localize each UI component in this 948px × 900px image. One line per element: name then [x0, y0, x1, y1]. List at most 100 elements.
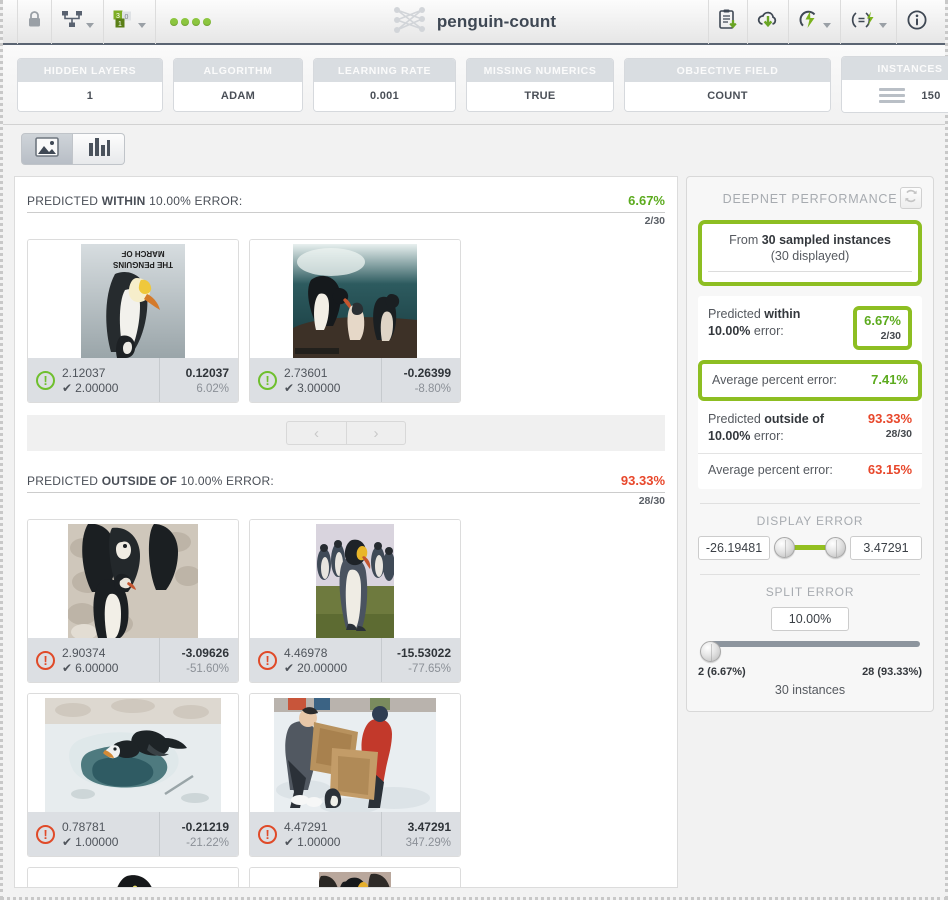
dataset-rows-icon [879, 87, 906, 104]
status-badge-error: ! [258, 650, 277, 670]
prediction-card[interactable]: ! 2.90374 ✔ 6.00000 -3.09626 -51.60% [27, 519, 239, 683]
difference-value: -0.21219 [181, 819, 229, 834]
predicted-value: 2.90374 [62, 645, 106, 660]
prediction-card[interactable]: ! 3.36303 ✔3.00000 0.36303 12.10% [249, 867, 461, 887]
slider-handle-min[interactable] [774, 537, 795, 558]
split-error-slider[interactable] [700, 640, 920, 663]
toolbar-left-group: 3 0 1 [3, 0, 225, 44]
split-right-label: 28 (93.33%) [862, 665, 922, 678]
check-icon: ✔ [62, 834, 73, 849]
thumb-march-of-the-penguins-poster: MARCH OF THE PENGUINS [81, 244, 185, 358]
batch-prediction-icon [798, 9, 820, 36]
percent-error: 347.29% [405, 836, 451, 849]
prediction-card[interactable]: MARCH OF THE PENGUINS ! 2.12037 ✔ 2.0000… [27, 239, 239, 403]
config-algorithm: ALGORITHM ADAM [173, 57, 303, 112]
lock-button[interactable] [17, 0, 52, 44]
cloud-download-icon [757, 9, 779, 36]
difference-value: -15.53022 [396, 645, 451, 660]
config-instances: INSTANCES 150 [841, 55, 948, 114]
within-card-grid: MARCH OF THE PENGUINS ! 2.12037 ✔ 2.0000… [15, 227, 677, 403]
prediction-card[interactable]: ! 4.46978 ✔ 20.00000 -15.53022 -77.65% [249, 519, 461, 683]
stat-label-bold: within [764, 307, 801, 321]
check-icon: ✔ [62, 380, 73, 395]
refresh-button[interactable] [900, 187, 922, 209]
info-button[interactable] [897, 0, 937, 44]
sampled-displayed: (30 displayed) [770, 249, 850, 263]
predicted-value: 2.73601 [284, 365, 328, 380]
prediction-card[interactable]: ! 0.78781 ✔ 1.00000 -0.21219 -21.22% [27, 693, 239, 857]
avg-error-outside-label: Average percent error: [708, 462, 833, 477]
script-button[interactable] [841, 0, 897, 44]
stat-row-avg-outside: Average percent error: 63.15% [698, 452, 922, 487]
prediction-card[interactable]: ! 4.47291 ✔ 1.00000 3.47291 347.29% [249, 693, 461, 857]
thumb-penguin-diving-ice-hole [45, 698, 221, 812]
card-image: MARCH OF THE PENGUINS [28, 240, 238, 358]
status-dot [170, 17, 178, 26]
difference-value: -3.09626 [181, 645, 229, 660]
percent-error: -77.65% [408, 662, 451, 675]
slider-handle-max[interactable] [825, 537, 846, 558]
within-error-value: 6.67% [864, 313, 901, 328]
status-dot [181, 17, 189, 26]
prediction-card[interactable]: ! 1.25702 ✔1.00000 0.25702 25.70% [27, 867, 239, 887]
svg-text:1: 1 [118, 20, 122, 27]
sampled-instances: From 30 sampled instances (30 displayed) [702, 224, 918, 282]
config-label: INSTANCES [842, 56, 948, 80]
network-tree-button[interactable] [52, 0, 104, 44]
percent-error: 6.02% [196, 382, 229, 395]
card-footer: ! 2.90374 ✔ 6.00000 -3.09626 -51.60% [28, 638, 238, 682]
outside-section-title: PREDICTED OUTSIDE OF 10.00% ERROR: [27, 474, 274, 488]
config-value: 150 [921, 89, 941, 102]
stat-label-bold: outside of [764, 411, 824, 426]
tab-images[interactable] [21, 133, 73, 165]
config-hidden-layers: HIDDEN LAYERS 1 [17, 57, 163, 112]
actual-value: 6.00000 [75, 660, 119, 675]
split-left-label: 2 (6.67%) [698, 665, 746, 678]
split-slider-handle[interactable] [700, 640, 721, 662]
thumb-king-penguin-grass [316, 524, 394, 638]
view-tab-bar [3, 125, 945, 173]
card-image [250, 868, 460, 887]
within-section-title: PREDICTED WITHIN 10.00% ERROR: [27, 194, 243, 208]
sampled-prefix: From [729, 233, 762, 247]
avg-error-within-highlight: Average percent error: 7.41% [698, 360, 922, 401]
cloud-download-button[interactable] [748, 0, 789, 44]
thumb-gentoo-penguin-family [293, 244, 417, 358]
percent-error: -8.80% [414, 382, 451, 395]
status-badge-error: ! [36, 824, 55, 844]
script-flash-icon [850, 9, 876, 36]
performance-stats: Predicted within 10.00% error: 6.67% 2/3… [698, 296, 922, 489]
display-error-min-input[interactable]: -26.19481 [698, 535, 770, 560]
config-missing-numerics: MISSING NUMERICS TRUE [466, 57, 614, 112]
config-label: HIDDEN LAYERS [18, 58, 162, 82]
prediction-card[interactable]: ! 2.73601 ✔ 3.00000 -0.26399 -8.80% [249, 239, 461, 403]
display-error-max-input[interactable]: 3.47291 [850, 535, 922, 560]
thumb-emperor-penguin-white-bg [89, 872, 177, 887]
status-dot [192, 17, 200, 26]
status-badge-error: ! [36, 650, 55, 670]
config-label: MISSING NUMERICS [467, 58, 613, 82]
card-image [28, 868, 238, 887]
within-next-button[interactable]: › [346, 421, 406, 445]
display-error-controls: -26.19481 3.47291 [698, 535, 922, 560]
predicted-value: 2.12037 [62, 365, 106, 380]
tab-chart[interactable] [73, 133, 125, 165]
split-error-input[interactable]: 10.00% [771, 606, 849, 631]
batch-prediction-button[interactable] [789, 0, 841, 44]
within-percent: 6.67% [628, 193, 665, 208]
stat-row-outside: Predicted outside of 10.00% error: 93.33… [698, 403, 922, 453]
toolbar-right-group [708, 0, 937, 44]
config-label: LEARNING RATE [314, 58, 455, 82]
fields-button[interactable]: 3 0 1 [104, 0, 156, 44]
svg-text:MARCH OF: MARCH OF [121, 249, 164, 258]
svg-text:THE PENGUINS: THE PENGUINS [112, 260, 173, 269]
display-error-slider[interactable] [774, 537, 846, 559]
predicted-value: 0.78781 [62, 819, 106, 834]
split-total-instances: 30 instances [774, 682, 846, 697]
config-value: 0.001 [314, 81, 455, 111]
thumb-people-with-cardboard-snow [274, 698, 436, 812]
config-objective-field: OBJECTIVE FIELD COUNT [624, 57, 831, 112]
stat-label-threshold: 10.00% [708, 428, 751, 443]
within-prev-button[interactable]: ‹ [286, 421, 346, 445]
clipboard-download-button[interactable] [708, 0, 748, 44]
